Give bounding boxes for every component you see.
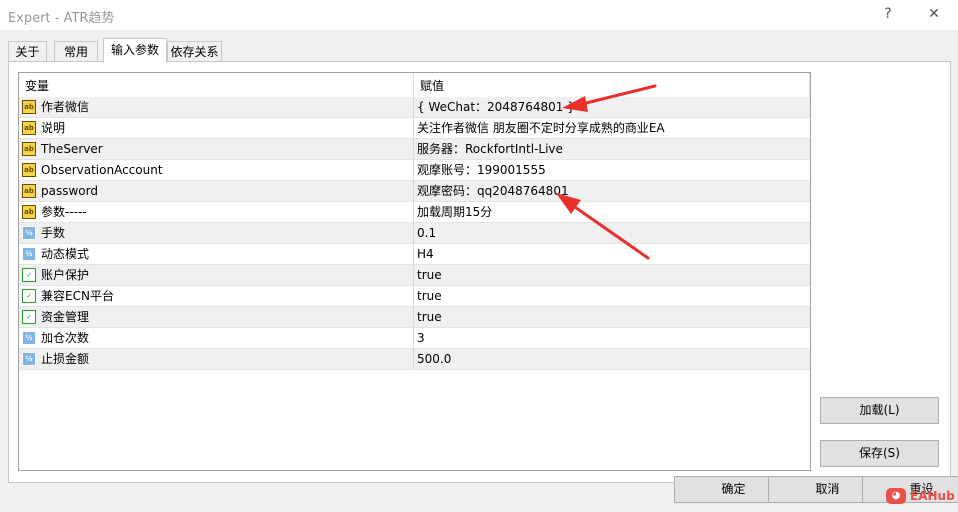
annotation-arrows	[556, 84, 657, 260]
eahub-logo-icon: ◕	[886, 488, 906, 504]
arrow-password	[556, 193, 650, 260]
eahub-watermark: ◕ EAHub	[886, 486, 955, 508]
tab-inputs[interactable]: 输入参数	[103, 38, 167, 63]
watermark-text: EAHub	[910, 489, 955, 503]
arrow-wechat	[562, 84, 657, 112]
